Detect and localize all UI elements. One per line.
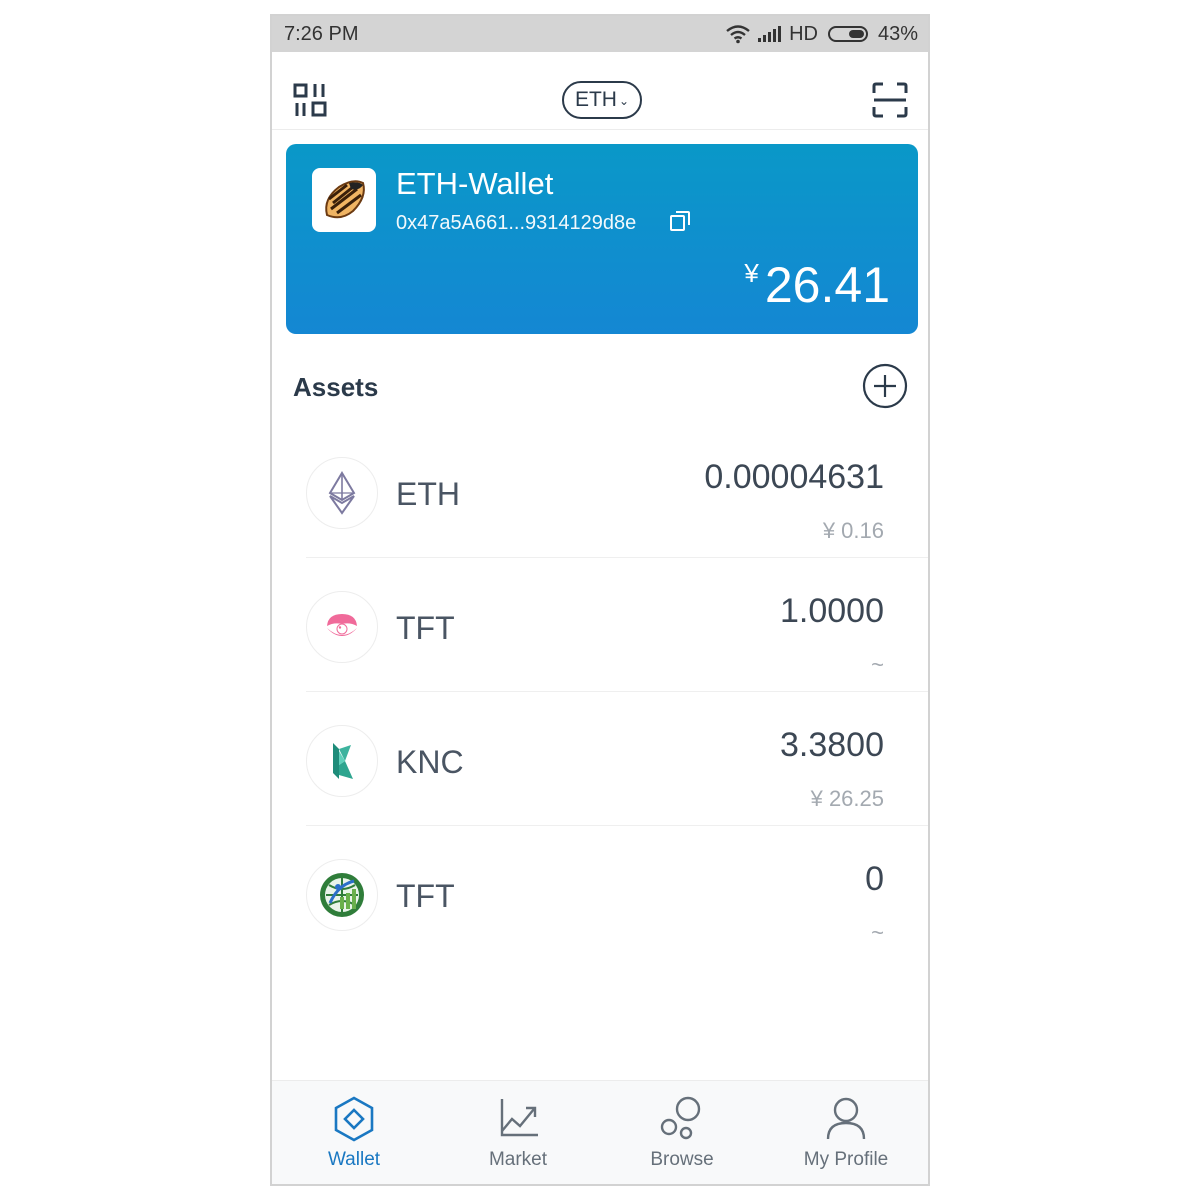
scan-icon[interactable] <box>872 82 908 118</box>
shell-pearl-icon <box>306 591 378 663</box>
nav-label: Wallet <box>327 1149 381 1170</box>
nav-label: My Profile <box>803 1149 889 1170</box>
wallet-diamond-icon <box>334 1096 374 1142</box>
status-time: 7:26 PM <box>284 22 359 45</box>
nav-market[interactable]: Market <box>436 1081 600 1184</box>
nav-browse[interactable]: Browse <box>600 1081 764 1184</box>
bottom-nav: Wallet Market Browse My Profile <box>272 1080 928 1184</box>
asset-symbol: TFT <box>396 610 455 646</box>
assets-title: Assets <box>293 372 379 402</box>
asset-symbol: KNC <box>396 744 464 780</box>
copy-icon[interactable] <box>669 210 691 232</box>
asset-row-tft[interactable]: TFT 1.0000 ~ <box>306 558 928 692</box>
chevron-down-icon: ⌄ <box>618 94 630 108</box>
phone-screen: 7:26 PM HD 43% ETH ⌄ ETH-Wallet 0x47a5A6… <box>270 14 930 1186</box>
battery-percent: 43% <box>877 22 918 45</box>
chain-selector-label: ETH <box>574 88 617 111</box>
battery-icon <box>827 26 868 42</box>
kyber-icon <box>306 725 378 797</box>
wallet-card[interactable]: ETH-Wallet 0x47a5A661...9314129d8e ¥ 26.… <box>286 144 918 334</box>
asset-row-eth[interactable]: ETH 0.00004631 ¥ 0.16 <box>306 424 928 558</box>
wifi-icon <box>726 25 750 44</box>
wallet-balance: ¥ 26.41 <box>744 256 890 314</box>
nav-label: Market <box>488 1149 548 1170</box>
wallet-address: 0x47a5A661...9314129d8e <box>396 212 637 234</box>
network-type: HD <box>789 22 818 45</box>
browse-bubbles-icon <box>660 1096 701 1140</box>
asset-amount: 3.3800 <box>780 726 884 764</box>
profile-person-icon <box>826 1097 866 1140</box>
wallet-avatar-icon <box>325 180 365 219</box>
wallet-avatar <box>312 168 376 232</box>
nav-label: Browse <box>650 1149 714 1170</box>
market-chart-icon <box>500 1099 538 1137</box>
asset-amount: 0 <box>865 860 884 898</box>
chain-selector[interactable]: ETH ⌄ <box>562 81 642 119</box>
asset-value: ~ <box>871 920 884 945</box>
asset-value: ¥ 26.25 <box>810 786 884 811</box>
wallet-balance-value: 26.41 <box>764 257 890 313</box>
nav-wallet[interactable]: Wallet <box>272 1081 436 1184</box>
asset-value: ~ <box>871 652 884 677</box>
currency-symbol: ¥ <box>744 258 759 288</box>
asset-row-knc[interactable]: KNC 3.3800 ¥ 26.25 <box>306 692 928 826</box>
asset-symbol: ETH <box>396 476 460 512</box>
asset-symbol: TFT <box>396 878 455 914</box>
asset-value: ¥ 0.16 <box>822 518 884 543</box>
ethereum-icon <box>306 457 378 529</box>
asset-amount: 1.0000 <box>780 592 884 630</box>
globe-growth-icon <box>306 859 378 931</box>
asset-list: ETH 0.00004631 ¥ 0.16 TFT 1.0000 ~ KNC 3… <box>272 424 928 960</box>
signal-icon <box>758 26 782 42</box>
asset-amount: 0.00004631 <box>704 458 884 496</box>
asset-row-tft-2[interactable]: TFT 0 ~ <box>306 826 928 960</box>
qr-code-icon[interactable] <box>292 82 328 118</box>
top-nav: ETH ⌄ <box>272 52 928 130</box>
status-indicators: HD 43% <box>725 23 918 46</box>
nav-my-profile[interactable]: My Profile <box>764 1081 928 1184</box>
status-bar: 7:26 PM HD 43% <box>272 16 928 52</box>
plus-circle-icon[interactable] <box>862 363 908 409</box>
wallet-name: ETH-Wallet <box>396 166 554 201</box>
